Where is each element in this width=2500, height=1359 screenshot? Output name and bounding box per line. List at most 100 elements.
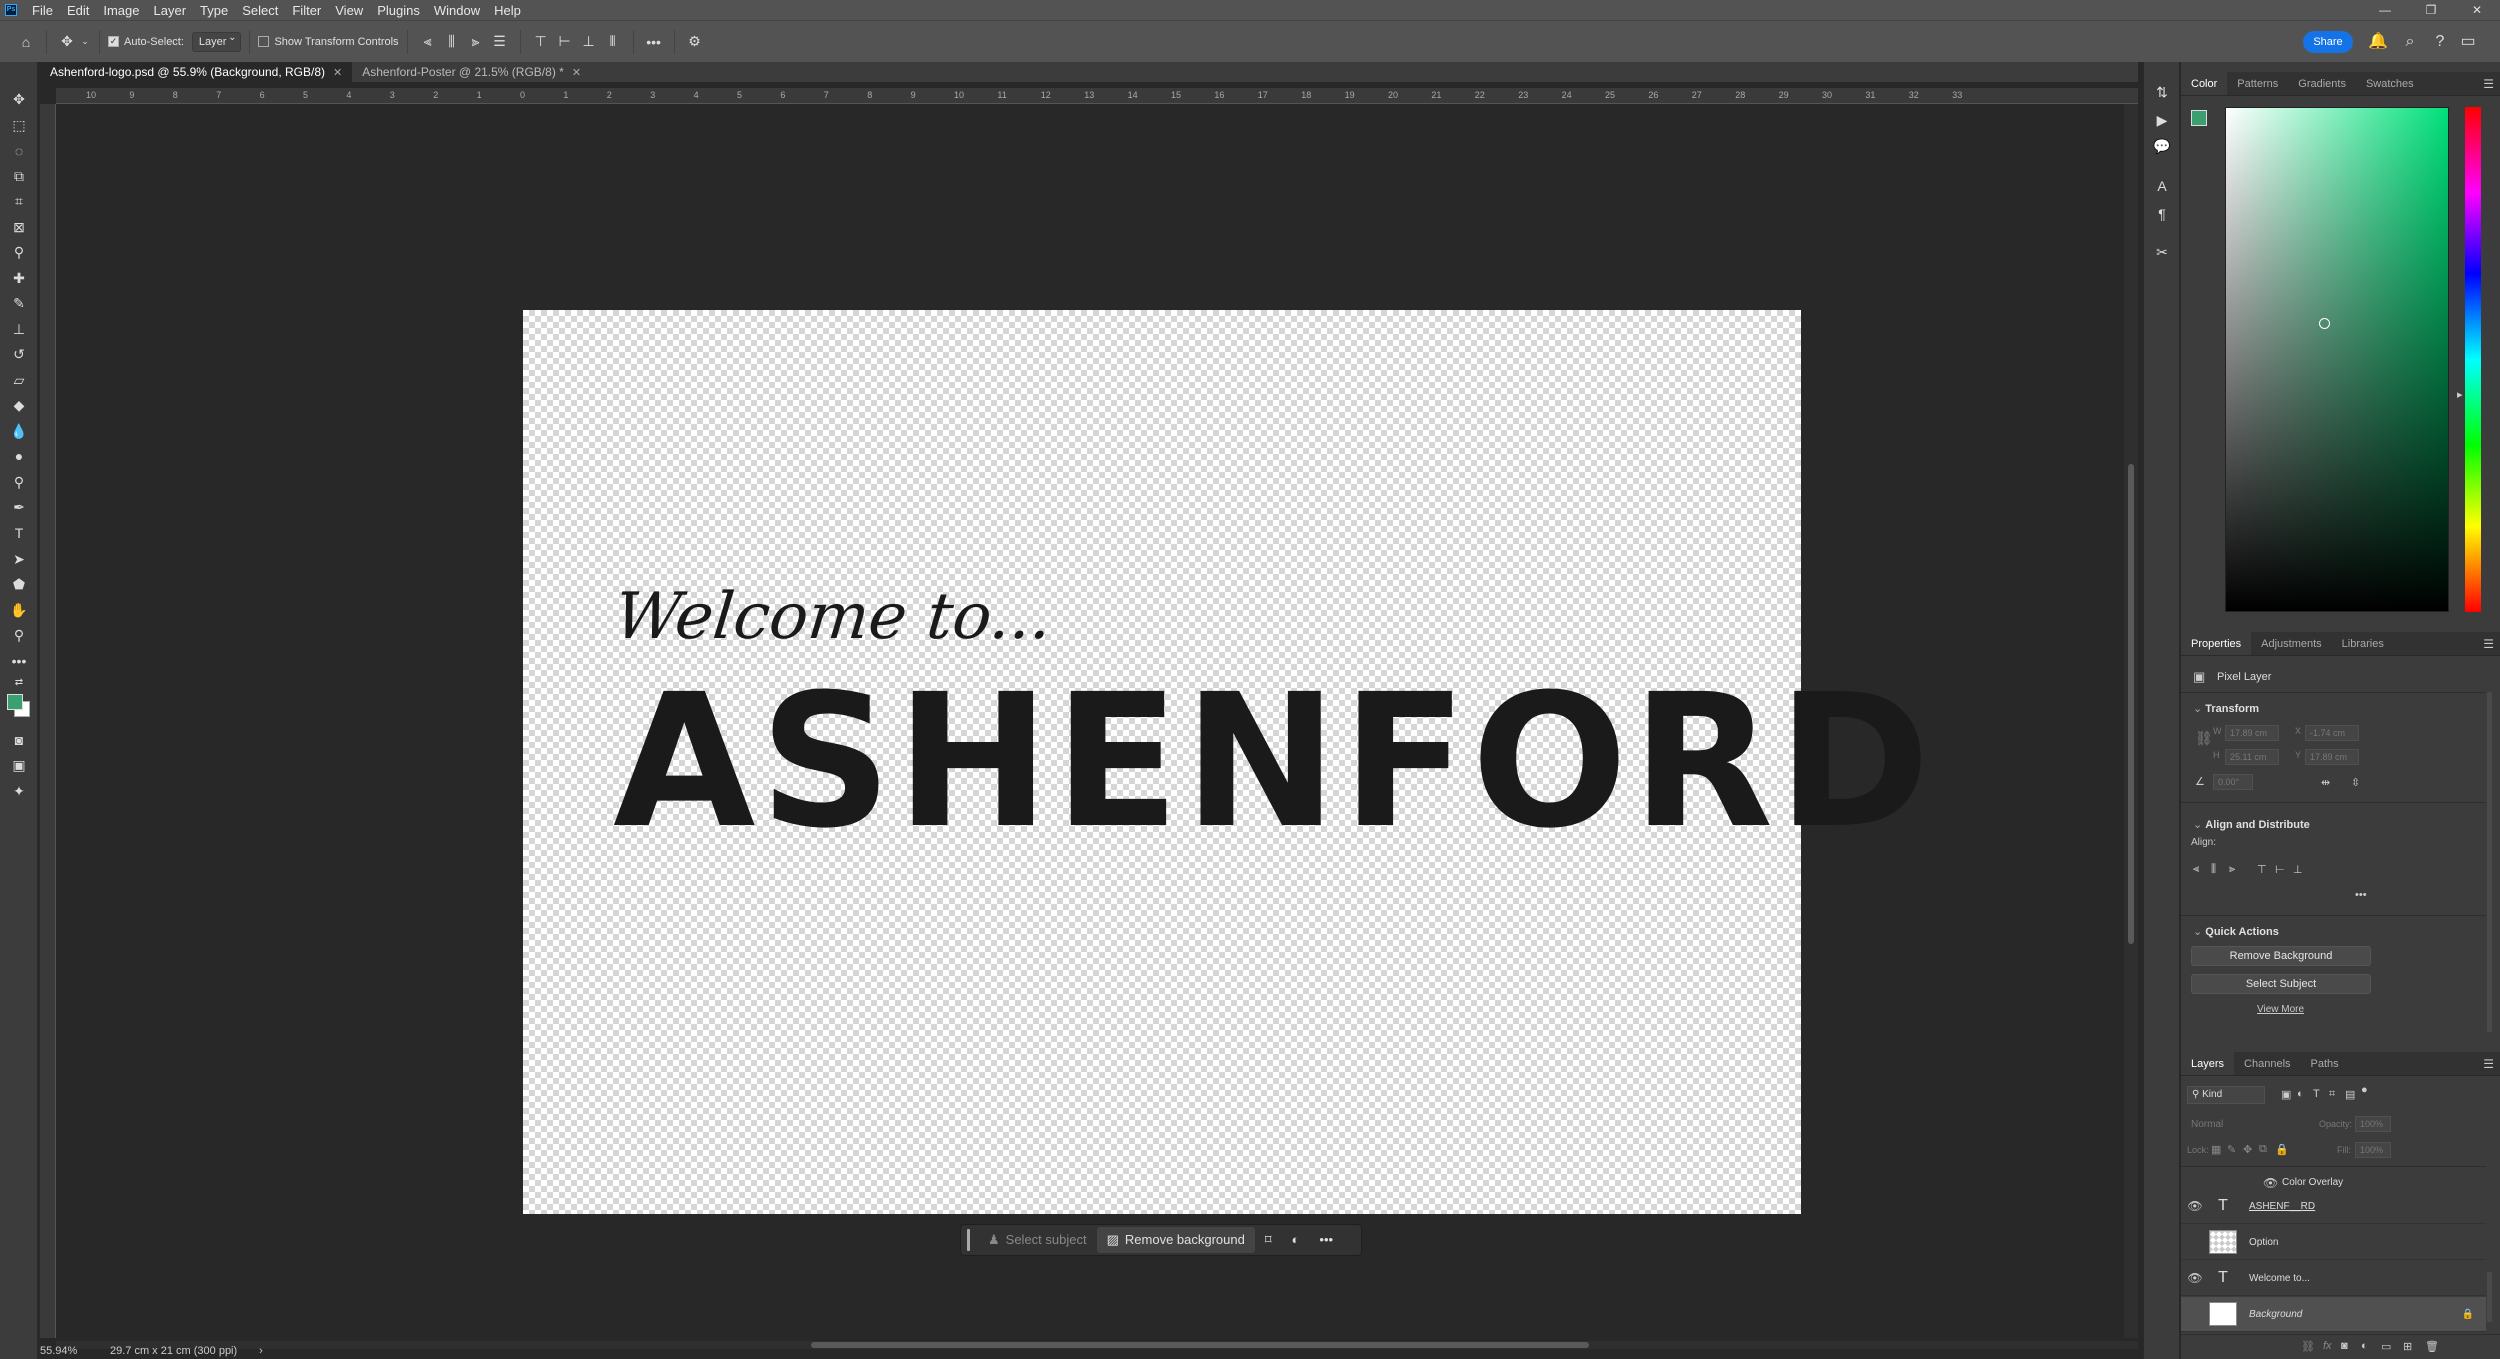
smudge-tool-icon[interactable]: ⚲ [7, 471, 31, 493]
ruler-vertical[interactable] [40, 104, 56, 1338]
width-field[interactable]: 17.89 cm [2225, 725, 2279, 741]
properties-scrollbar[interactable] [2487, 692, 2492, 1032]
home-icon[interactable]: ⌂ [14, 29, 38, 55]
welcome-text-layer[interactable]: Welcome to... [611, 580, 1055, 654]
filter-toggle-icon[interactable]: ● [2361, 1084, 2368, 1096]
tool-presets-icon[interactable]: ✂ [2152, 242, 2172, 262]
align-distribute-section-header[interactable]: Align and Distribute [2193, 818, 2310, 831]
color-picker-field[interactable] [2225, 107, 2449, 612]
adjustment-icon[interactable]: ◐ [1282, 1227, 1310, 1253]
flip-vertical-icon[interactable]: ⇳ [2351, 776, 2360, 789]
align-bottom-icon[interactable]: ⊥ [577, 29, 601, 55]
new-adjustment-icon[interactable]: ◐ [2361, 1340, 2368, 1352]
minimize-icon[interactable]: — [2362, 0, 2408, 20]
height-field[interactable]: 25.11 cm [2225, 749, 2279, 765]
dodge-tool-icon[interactable]: ● [7, 445, 31, 467]
align-left-icon[interactable]: ⫷ [416, 29, 440, 55]
blend-mode-dropdown[interactable]: Normal [2187, 1116, 2307, 1134]
layer-name[interactable]: Background [2249, 1309, 2302, 1320]
quick-mask-icon[interactable]: ◙ [7, 729, 31, 751]
lock-all-icon[interactable]: 🔒 [2275, 1143, 2289, 1156]
move-tool-preset-icon[interactable]: ✥ [55, 29, 79, 55]
link-layers-icon[interactable]: ⛓ [2301, 1340, 2315, 1353]
tab-properties[interactable]: Properties [2181, 632, 2252, 655]
visibility-eye-icon[interactable]: 👁 [2181, 1271, 2209, 1285]
tab-layers[interactable]: Layers [2181, 1052, 2235, 1075]
layer-row-ashenford-text[interactable]: 👁 T ASHENF__RD [2181, 1189, 2486, 1224]
clone-stamp-icon[interactable]: ⊥ [7, 318, 31, 340]
close-window-icon[interactable]: ✕ [2454, 0, 2500, 20]
layer-name[interactable]: ASHENF__RD [2249, 1201, 2315, 1212]
help-icon[interactable]: ? [2430, 31, 2450, 53]
layer-row-option[interactable]: Option [2181, 1225, 2486, 1260]
tab-gradients[interactable]: Gradients [2288, 72, 2356, 95]
object-selection-icon[interactable]: ⧉ [7, 165, 31, 187]
restore-icon[interactable]: ❐ [2408, 0, 2454, 20]
foreground-color-chip[interactable] [2191, 110, 2207, 126]
brush-tool-icon[interactable]: ✎ [7, 292, 31, 314]
hand-tool-icon[interactable]: ✋ [7, 599, 31, 621]
tab-adjustments[interactable]: Adjustments [2251, 632, 2332, 655]
effect-visibility-eye-icon[interactable]: 👁 [2263, 1176, 2278, 1190]
document-canvas[interactable]: Welcome to... ASHENFORD [523, 310, 1930, 1214]
menu-select[interactable]: Select [235, 3, 285, 18]
distribute-icon[interactable]: ☰ [488, 29, 512, 55]
screen-mode-icon[interactable]: ▣ [7, 754, 31, 776]
menu-file[interactable]: File [25, 3, 60, 18]
quick-actions-section-header[interactable]: Quick Actions [2193, 925, 2279, 938]
more-options-icon[interactable]: ••• [642, 29, 666, 55]
auto-select-checkbox[interactable]: ✓ [108, 36, 119, 47]
select-subject-button[interactable]: ♟ Select subject [978, 1227, 1097, 1253]
align-right-icon[interactable]: ⫸ [464, 29, 488, 55]
auto-select-target-dropdown[interactable]: Layer [191, 31, 242, 52]
tab-paths[interactable]: Paths [2301, 1052, 2349, 1075]
tab-ashenford-poster[interactable]: Ashenford-Poster @ 21.5% (RGB/8) * ✕ [352, 62, 591, 82]
align-bottom-edges-icon[interactable]: ⊥ [2293, 863, 2303, 876]
filter-pixel-icon[interactable]: ▣ [2281, 1088, 2291, 1101]
layer-style-fx-icon[interactable]: fx [2323, 1340, 2332, 1352]
zoom-level[interactable]: 55.94% [40, 1345, 110, 1357]
healing-brush-icon[interactable]: ✚ [7, 267, 31, 289]
align-left-edges-icon[interactable]: ⫷ [2193, 863, 2199, 876]
color-overlay-effect[interactable]: Color Overlay [2282, 1177, 2343, 1188]
view-more-link[interactable]: View More [2257, 1004, 2304, 1015]
scroll-thumb[interactable] [2128, 464, 2134, 944]
menu-edit[interactable]: Edit [60, 3, 96, 18]
tab-channels[interactable]: Channels [2234, 1052, 2300, 1075]
panel-menu-icon[interactable]: ☰ [2483, 72, 2494, 96]
lock-image-icon[interactable]: ✎ [2227, 1143, 2236, 1156]
fill-field[interactable]: 100% [2355, 1142, 2391, 1158]
lock-transparent-icon[interactable]: ▦ [2211, 1143, 2221, 1156]
visibility-eye-icon[interactable]: 👁 [2181, 1199, 2209, 1213]
panel-menu-icon[interactable]: ☰ [2483, 1052, 2494, 1076]
align-top-edges-icon[interactable]: ⊤ [2257, 863, 2267, 876]
menu-plugins[interactable]: Plugins [370, 3, 427, 18]
settings-gear-icon[interactable]: ⚙ [683, 29, 707, 55]
zoom-tool-icon[interactable]: ⚲ [7, 624, 31, 646]
tab-color[interactable]: Color [2181, 72, 2228, 95]
history-panel-icon[interactable]: ⇅ [2152, 82, 2172, 102]
blur-tool-icon[interactable]: 💧 [7, 420, 31, 442]
type-tool-icon[interactable]: T [7, 522, 31, 544]
lock-position-icon[interactable]: ✥ [2243, 1143, 2252, 1156]
paragraph-panel-icon[interactable]: ¶ [2152, 204, 2172, 224]
panel-menu-icon[interactable]: ☰ [2483, 632, 2494, 656]
menu-layer[interactable]: Layer [147, 3, 194, 18]
close-tab-icon[interactable]: ✕ [333, 67, 342, 79]
remove-background-button[interactable]: ▨ Remove background [1096, 1227, 1255, 1253]
generative-icon[interactable]: ✦ [7, 780, 31, 802]
menu-type[interactable]: Type [193, 3, 235, 18]
delete-layer-icon[interactable]: 🗑 [2425, 1340, 2439, 1353]
foreground-color-swatch[interactable] [7, 694, 23, 710]
layers-scrollbar[interactable] [2487, 1272, 2492, 1322]
remove-background-quick-button[interactable]: Remove Background [2191, 946, 2371, 966]
filter-shape-icon[interactable]: ⌗ [2329, 1088, 2335, 1101]
layer-name[interactable]: Welcome to... [2249, 1273, 2310, 1284]
history-brush-icon[interactable]: ↺ [7, 343, 31, 365]
crop-tool-icon[interactable]: ⌗ [7, 190, 31, 212]
align-middle-icon[interactable]: ⊢ [553, 29, 577, 55]
y-field[interactable]: 17.89 cm [2305, 749, 2359, 765]
layer-filter-kind-dropdown[interactable]: ⚲ Kind [2187, 1086, 2265, 1104]
new-group-icon[interactable]: ▭ [2381, 1340, 2391, 1353]
actions-panel-icon[interactable]: ▶ [2152, 110, 2172, 130]
